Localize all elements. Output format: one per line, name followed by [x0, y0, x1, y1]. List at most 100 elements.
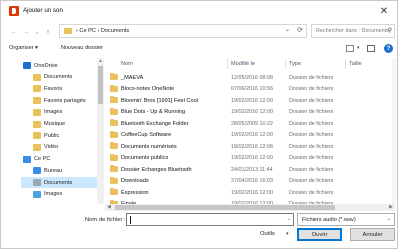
file-row[interactable]: Expression 19/02/2016 12:00 Dossier de fic…	[105, 187, 393, 198]
sidebar-item-label: Favoris partagés	[44, 97, 86, 104]
sidebar-item[interactable]: Images	[21, 189, 100, 200]
folder-icon	[110, 84, 118, 92]
file-row[interactable]: _MAEVA 12/05/2016 08:08 Dossier de fichier…	[105, 72, 393, 83]
file-row[interactable]: Blue Dots - Up & Running 19/02/2016 12:00…	[105, 107, 393, 118]
sidebar-item[interactable]: Public	[21, 130, 100, 141]
tools-button[interactable]: Outils	[260, 231, 275, 237]
file-row[interactable]: Dossier Echanges Bluetooth 24/01/2013 11:…	[105, 164, 393, 175]
column-divider[interactable]	[285, 59, 286, 69]
scroll-right-icon[interactable]: ▶	[389, 204, 393, 210]
column-header-name[interactable]: Nom	[121, 61, 133, 67]
sidebar-item[interactable]: Bureau	[21, 165, 100, 176]
forward-button[interactable]: →	[21, 27, 31, 37]
file-name: Expression	[121, 189, 149, 196]
file-row[interactable]: Documents numérisés 18/02/2016 12:06 Dossi…	[105, 141, 393, 152]
address-dropdown-icon[interactable]: ⌄	[285, 26, 290, 33]
sidebar-item[interactable]: Documents	[21, 177, 100, 188]
sidebar-item-label: Images	[44, 109, 63, 116]
folder-icon	[110, 73, 118, 80]
column-divider[interactable]	[227, 59, 228, 69]
file-modified: 28/05/2009 10:22	[231, 120, 273, 127]
file-type: Dossier de fichiers	[289, 109, 334, 115]
file-row[interactable]: Blocs-notes OneNote 07/06/2016 10:56 Dossi…	[105, 84, 393, 95]
file-name: Bloomin' Bros [1991] Feel Cool	[121, 97, 198, 104]
address-bar[interactable]: › Ce PC › Documents ⌄ ⟳	[59, 24, 307, 38]
breadcrumb[interactable]: › Ce PC › Documents	[76, 28, 129, 34]
file-name: Downloads	[121, 178, 149, 184]
file-type-select[interactable]: Fichiers audio (*.wav) ⌄	[297, 213, 395, 226]
view-options-icon[interactable]	[346, 45, 354, 52]
file-name: CoffeeCup Software	[121, 132, 172, 138]
navigation-bar: ← → ⌄ ↑ › Ce PC › Documents ⌄ ⟳ Recherch…	[1, 21, 397, 42]
column-header-modified[interactable]: Modifié le	[231, 61, 255, 67]
folder-icon	[110, 142, 118, 149]
file-row[interactable]: CoffeeCup Software 19/02/2016 12:00 Dossie…	[105, 130, 393, 141]
file-modified: 07/06/2016 10:56	[231, 86, 273, 92]
file-type: Dossier de fichiers	[289, 166, 334, 173]
file-type: Dossier de fichiers	[289, 97, 334, 104]
sidebar-item-label: Images	[44, 191, 63, 198]
desktop-icon	[33, 167, 41, 175]
open-button[interactable]: Ouvrir	[297, 228, 342, 241]
navigation-pane-scrollbar[interactable]: ▲	[97, 58, 104, 204]
folder-icon	[33, 108, 41, 116]
folder-icon	[110, 188, 118, 195]
sidebar-item-label: Documents	[44, 179, 73, 186]
file-name: Dossier Echanges Bluetooth	[121, 166, 192, 173]
close-button[interactable]: ✕	[377, 4, 391, 18]
recent-locations-button[interactable]: ⌄	[32, 27, 42, 37]
file-row[interactable]: Downloads 27/04/2016 16:03 Dossier de fich…	[105, 176, 393, 187]
file-name: Bluetooth Exchange Folder	[121, 120, 189, 127]
file-row[interactable]: Bloomin' Bros [1991] Feel Cool 19/02/2016…	[105, 95, 393, 106]
window-title: Ajouter un son	[23, 7, 63, 14]
sidebar-item[interactable]: OneDrive	[21, 60, 100, 71]
sidebar-item[interactable]: Vidéo	[21, 142, 100, 153]
file-modified: 12/05/2016 08:08	[231, 74, 273, 81]
filename-input[interactable]: ⌄	[126, 213, 294, 226]
scroll-up-icon[interactable]: ▲	[97, 58, 104, 65]
preview-pane-icon[interactable]	[367, 45, 375, 52]
refresh-icon[interactable]: ⟳	[297, 26, 303, 34]
sidebar-item[interactable]: Documents	[21, 72, 100, 83]
sidebar-item[interactable]: Musique	[21, 119, 100, 130]
column-header-type[interactable]: Type	[289, 61, 301, 67]
file-type: Dossier de fichiers	[289, 143, 334, 150]
file-list-scrollbar[interactable]	[392, 58, 397, 204]
back-button[interactable]: ←	[9, 27, 19, 37]
cancel-button[interactable]: Annuler	[350, 228, 395, 241]
folder-icon	[33, 143, 41, 151]
chevron-down-icon[interactable]: ⌄	[287, 216, 291, 222]
column-divider[interactable]	[345, 59, 346, 69]
folder-icon	[110, 153, 118, 161]
up-button[interactable]: ↑	[43, 27, 53, 37]
sidebar-item-label: Musique	[44, 121, 66, 127]
sidebar-item[interactable]: Images	[21, 107, 100, 118]
chevron-down-icon[interactable]: ▾	[286, 231, 289, 237]
sidebar-item[interactable]: Ce PC	[21, 154, 100, 165]
folder-icon	[33, 120, 41, 128]
column-header-size[interactable]: Taille	[349, 61, 362, 67]
file-row[interactable]: Bluetooth Exchange Folder 28/05/2009 10:2…	[105, 118, 393, 129]
folder-icon	[110, 107, 118, 115]
sidebar-item[interactable]: Favoris partagés	[21, 95, 100, 106]
scroll-left-icon[interactable]: ◀	[107, 204, 111, 210]
chevron-down-icon[interactable]: ▾	[357, 45, 360, 51]
sidebar-item[interactable]: Favoris	[21, 83, 100, 94]
file-row[interactable]: Documents publics 19/02/2016 12:00 Dossier…	[105, 153, 393, 164]
file-name: Blocs-notes OneNote	[121, 86, 175, 92]
folder-icon	[33, 132, 41, 140]
scrollbar-thumb[interactable]	[98, 66, 103, 104]
organize-button[interactable]: Organiser ▾	[9, 45, 38, 51]
search-input[interactable]: Rechercher dans : Documents ⚲	[311, 24, 395, 38]
file-name: Documents numérisés	[121, 143, 177, 150]
pictures-icon	[33, 190, 41, 198]
scrollbar-thumb[interactable]	[115, 205, 335, 210]
folder-icon	[33, 85, 41, 93]
folder-icon	[110, 119, 118, 126]
new-folder-button[interactable]: Nouveau dossier	[61, 45, 103, 51]
file-modified: 19/02/2016 12:00	[231, 189, 273, 196]
horizontal-scrollbar[interactable]: ◀ ▶	[105, 204, 395, 211]
folder-icon	[110, 96, 118, 103]
navigation-pane: OneDrive Documents Favoris Favoris partagés…	[21, 58, 100, 204]
help-icon[interactable]: ?	[384, 44, 393, 53]
